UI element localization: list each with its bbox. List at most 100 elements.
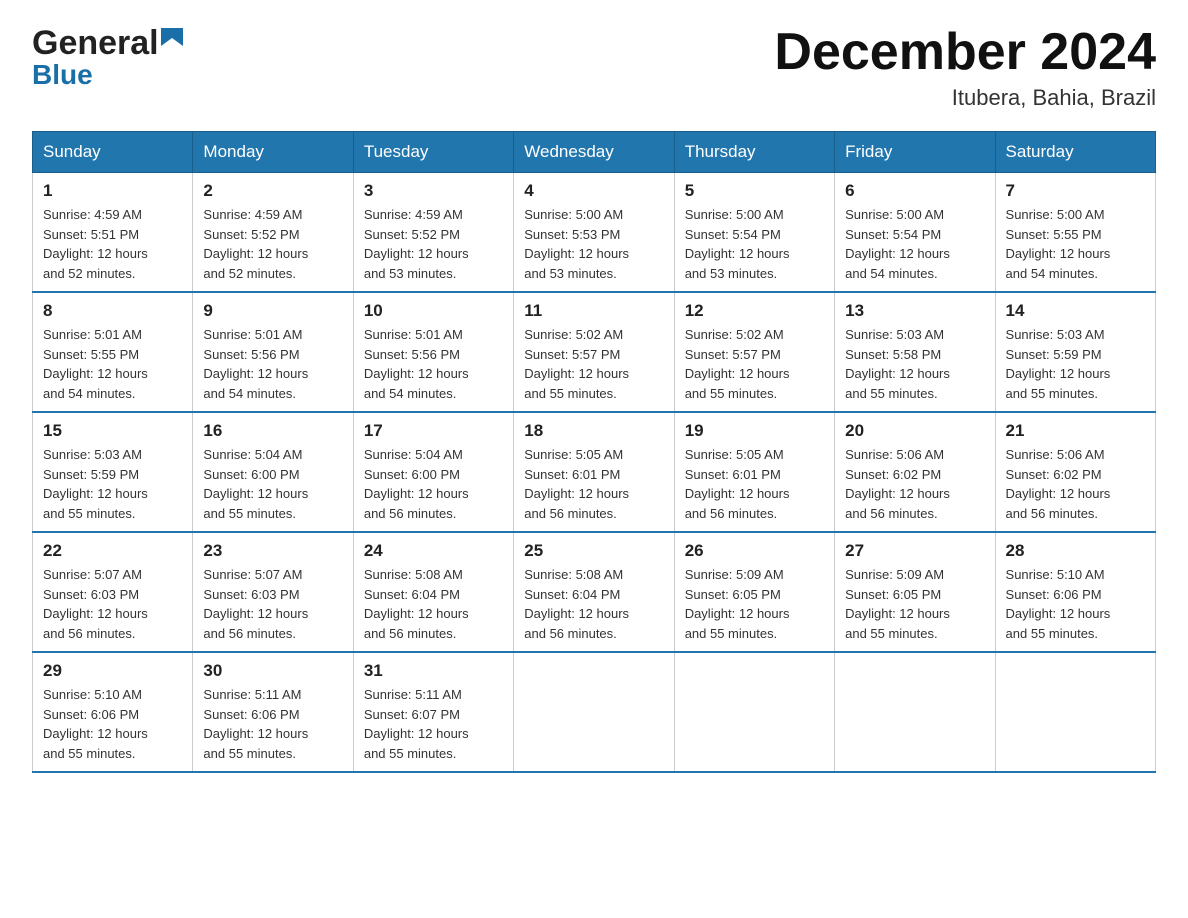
- day-info: Sunrise: 5:10 AM Sunset: 6:06 PM Dayligh…: [43, 685, 182, 763]
- day-number: 9: [203, 301, 342, 321]
- table-row: 21Sunrise: 5:06 AM Sunset: 6:02 PM Dayli…: [995, 412, 1155, 532]
- day-info: Sunrise: 5:08 AM Sunset: 6:04 PM Dayligh…: [524, 565, 663, 643]
- day-info: Sunrise: 5:09 AM Sunset: 6:05 PM Dayligh…: [845, 565, 984, 643]
- table-row: 16 Sunrise: 5:04 AM Sunset: 6:00 PM Dayli…: [193, 412, 353, 532]
- table-row: 31 Sunrise: 5:11 AM Sunset: 6:07 PM Dayli…: [353, 652, 513, 772]
- day-number: 27: [845, 541, 984, 561]
- calendar-week-row: 1 Sunrise: 4:59 AM Sunset: 5:51 PM Daylig…: [33, 173, 1156, 293]
- day-info: Sunrise: 5:09 AM Sunset: 6:05 PM Dayligh…: [685, 565, 824, 643]
- day-info: Sunrise: 5:06 AM Sunset: 6:02 PM Dayligh…: [845, 445, 984, 523]
- calendar-title: December 2024: [774, 24, 1156, 81]
- day-info: Sunrise: 5:08 AM Sunset: 6:04 PM Dayligh…: [364, 565, 503, 643]
- logo: General Blue: [32, 24, 187, 91]
- logo-blue-text: Blue: [32, 59, 93, 90]
- day-number: 30: [203, 661, 342, 681]
- calendar-subtitle: Itubera, Bahia, Brazil: [774, 85, 1156, 111]
- day-number: 23: [203, 541, 342, 561]
- day-number: 11: [524, 301, 663, 321]
- day-number: 7: [1006, 181, 1145, 201]
- table-row: 24 Sunrise: 5:08 AM Sunset: 6:04 PM Dayli…: [353, 532, 513, 652]
- day-number: 29: [43, 661, 182, 681]
- day-info: Sunrise: 5:05 AM Sunset: 6:01 PM Dayligh…: [685, 445, 824, 523]
- table-row: 7 Sunrise: 5:00 AM Sunset: 5:55 PM Daylig…: [995, 173, 1155, 293]
- day-info: Sunrise: 5:04 AM Sunset: 6:00 PM Dayligh…: [203, 445, 342, 523]
- day-info: Sunrise: 5:01 AM Sunset: 5:56 PM Dayligh…: [364, 325, 503, 403]
- day-info: Sunrise: 5:03 AM Sunset: 5:59 PM Dayligh…: [1006, 325, 1145, 403]
- header-wednesday: Wednesday: [514, 132, 674, 173]
- day-number: 20: [845, 421, 984, 441]
- calendar-table: Sunday Monday Tuesday Wednesday Thursday…: [32, 131, 1156, 773]
- day-number: 14: [1006, 301, 1145, 321]
- day-info: Sunrise: 5:00 AM Sunset: 5:54 PM Dayligh…: [845, 205, 984, 283]
- table-row: [835, 652, 995, 772]
- day-number: 12: [685, 301, 824, 321]
- table-row: 22Sunrise: 5:07 AM Sunset: 6:03 PM Dayli…: [33, 532, 193, 652]
- table-row: 30Sunrise: 5:11 AM Sunset: 6:06 PM Dayli…: [193, 652, 353, 772]
- day-number: 31: [364, 661, 503, 681]
- title-block: December 2024 Itubera, Bahia, Brazil: [774, 24, 1156, 111]
- table-row: 17 Sunrise: 5:04 AM Sunset: 6:00 PM Dayli…: [353, 412, 513, 532]
- day-info: Sunrise: 5:01 AM Sunset: 5:56 PM Dayligh…: [203, 325, 342, 403]
- calendar-week-row: 29 Sunrise: 5:10 AM Sunset: 6:06 PM Dayli…: [33, 652, 1156, 772]
- header-monday: Monday: [193, 132, 353, 173]
- day-info: Sunrise: 4:59 AM Sunset: 5:52 PM Dayligh…: [364, 205, 503, 283]
- day-info: Sunrise: 4:59 AM Sunset: 5:52 PM Dayligh…: [203, 205, 342, 283]
- day-info: Sunrise: 5:03 AM Sunset: 5:58 PM Dayligh…: [845, 325, 984, 403]
- day-number: 16: [203, 421, 342, 441]
- header-thursday: Thursday: [674, 132, 834, 173]
- day-info: Sunrise: 5:07 AM Sunset: 6:03 PM Dayligh…: [43, 565, 182, 643]
- table-row: 13 Sunrise: 5:03 AM Sunset: 5:58 PM Dayli…: [835, 292, 995, 412]
- day-number: 8: [43, 301, 182, 321]
- day-number: 15: [43, 421, 182, 441]
- day-info: Sunrise: 5:00 AM Sunset: 5:55 PM Dayligh…: [1006, 205, 1145, 283]
- day-number: 13: [845, 301, 984, 321]
- day-number: 19: [685, 421, 824, 441]
- day-number: 26: [685, 541, 824, 561]
- calendar-header-row: Sunday Monday Tuesday Wednesday Thursday…: [33, 132, 1156, 173]
- table-row: 26 Sunrise: 5:09 AM Sunset: 6:05 PM Dayli…: [674, 532, 834, 652]
- table-row: 2 Sunrise: 4:59 AM Sunset: 5:52 PM Daylig…: [193, 173, 353, 293]
- table-row: 11 Sunrise: 5:02 AM Sunset: 5:57 PM Dayli…: [514, 292, 674, 412]
- calendar-week-row: 22Sunrise: 5:07 AM Sunset: 6:03 PM Dayli…: [33, 532, 1156, 652]
- day-info: Sunrise: 5:00 AM Sunset: 5:53 PM Dayligh…: [524, 205, 663, 283]
- day-number: 28: [1006, 541, 1145, 561]
- day-number: 17: [364, 421, 503, 441]
- table-row: 27 Sunrise: 5:09 AM Sunset: 6:05 PM Dayli…: [835, 532, 995, 652]
- day-number: 24: [364, 541, 503, 561]
- day-number: 5: [685, 181, 824, 201]
- day-info: Sunrise: 5:05 AM Sunset: 6:01 PM Dayligh…: [524, 445, 663, 523]
- day-number: 21: [1006, 421, 1145, 441]
- table-row: 20 Sunrise: 5:06 AM Sunset: 6:02 PM Dayli…: [835, 412, 995, 532]
- day-number: 1: [43, 181, 182, 201]
- table-row: 3 Sunrise: 4:59 AM Sunset: 5:52 PM Daylig…: [353, 173, 513, 293]
- table-row: 9 Sunrise: 5:01 AM Sunset: 5:56 PM Daylig…: [193, 292, 353, 412]
- calendar-week-row: 8 Sunrise: 5:01 AM Sunset: 5:55 PM Daylig…: [33, 292, 1156, 412]
- table-row: 23 Sunrise: 5:07 AM Sunset: 6:03 PM Dayli…: [193, 532, 353, 652]
- day-number: 3: [364, 181, 503, 201]
- day-info: Sunrise: 5:11 AM Sunset: 6:07 PM Dayligh…: [364, 685, 503, 763]
- header-tuesday: Tuesday: [353, 132, 513, 173]
- day-info: Sunrise: 5:02 AM Sunset: 5:57 PM Dayligh…: [685, 325, 824, 403]
- header-friday: Friday: [835, 132, 995, 173]
- day-number: 2: [203, 181, 342, 201]
- page-header: General Blue December 2024 Itubera, Bahi…: [32, 24, 1156, 111]
- header-sunday: Sunday: [33, 132, 193, 173]
- logo-general-text: General: [32, 24, 159, 63]
- day-number: 6: [845, 181, 984, 201]
- day-info: Sunrise: 5:00 AM Sunset: 5:54 PM Dayligh…: [685, 205, 824, 283]
- table-row: 19 Sunrise: 5:05 AM Sunset: 6:01 PM Dayli…: [674, 412, 834, 532]
- table-row: 4Sunrise: 5:00 AM Sunset: 5:53 PM Daylig…: [514, 173, 674, 293]
- day-info: Sunrise: 5:02 AM Sunset: 5:57 PM Dayligh…: [524, 325, 663, 403]
- day-info: Sunrise: 4:59 AM Sunset: 5:51 PM Dayligh…: [43, 205, 182, 283]
- table-row: 10Sunrise: 5:01 AM Sunset: 5:56 PM Dayli…: [353, 292, 513, 412]
- calendar-week-row: 15Sunrise: 5:03 AM Sunset: 5:59 PM Dayli…: [33, 412, 1156, 532]
- table-row: 1 Sunrise: 4:59 AM Sunset: 5:51 PM Daylig…: [33, 173, 193, 293]
- table-row: 18 Sunrise: 5:05 AM Sunset: 6:01 PM Dayli…: [514, 412, 674, 532]
- day-info: Sunrise: 5:04 AM Sunset: 6:00 PM Dayligh…: [364, 445, 503, 523]
- table-row: 14 Sunrise: 5:03 AM Sunset: 5:59 PM Dayli…: [995, 292, 1155, 412]
- table-row: 28Sunrise: 5:10 AM Sunset: 6:06 PM Dayli…: [995, 532, 1155, 652]
- table-row: [995, 652, 1155, 772]
- day-number: 18: [524, 421, 663, 441]
- day-info: Sunrise: 5:07 AM Sunset: 6:03 PM Dayligh…: [203, 565, 342, 643]
- day-info: Sunrise: 5:01 AM Sunset: 5:55 PM Dayligh…: [43, 325, 182, 403]
